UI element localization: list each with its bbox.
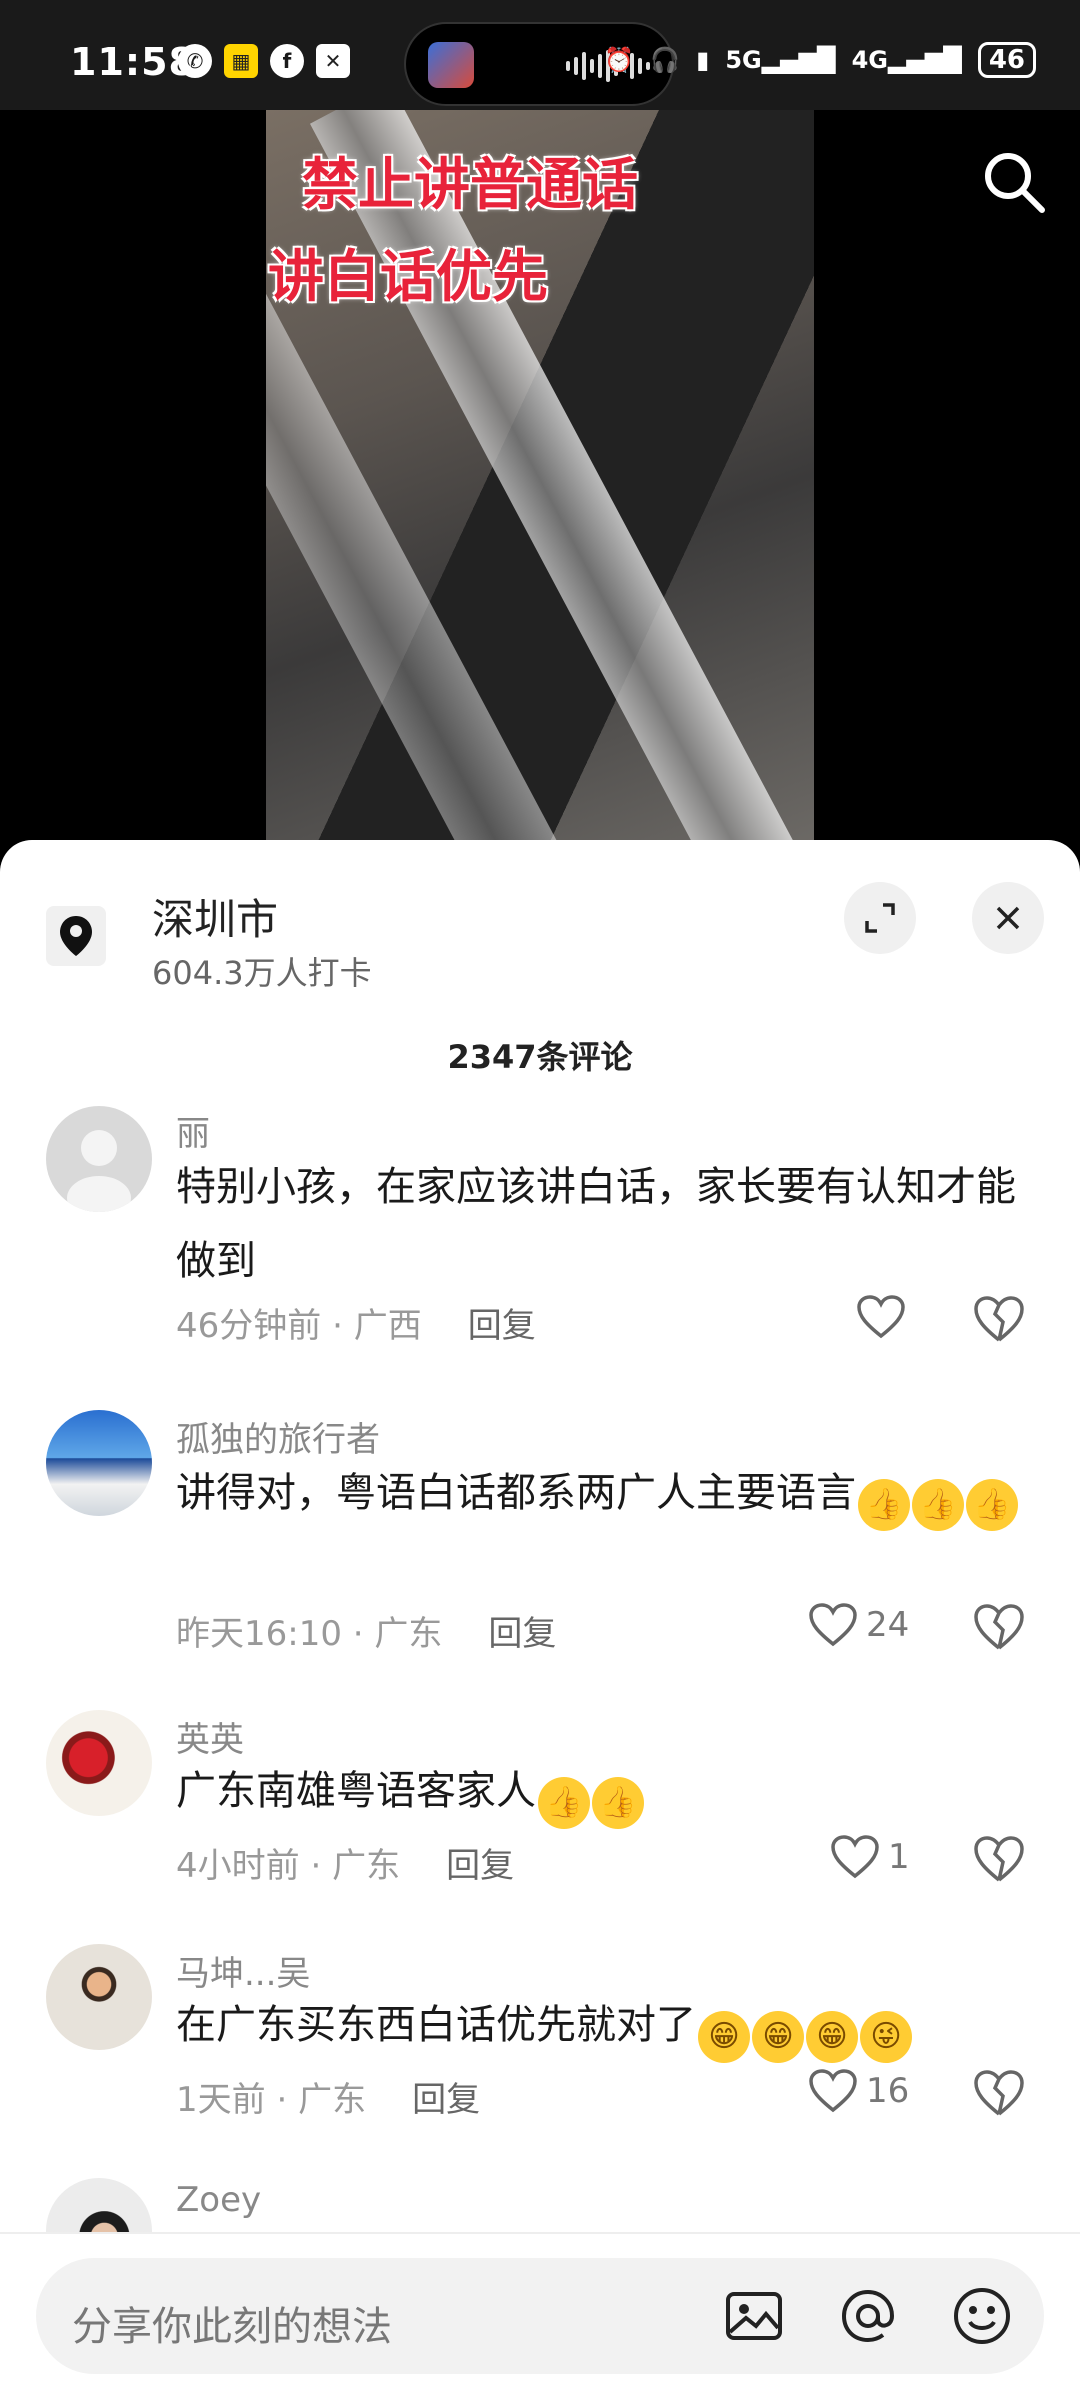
like-count: 16 [866, 2071, 910, 2111]
heart-icon [809, 1603, 857, 1647]
thumbs-up-icon: 👍 [966, 1479, 1018, 1531]
facebook-icon: f [270, 44, 304, 78]
like-button[interactable]: 1 [830, 1834, 910, 1880]
video-frame[interactable]: 禁止讲普通话 讲白话优先 [266, 110, 814, 850]
5g-signal-icon: 5G▂▄▆█ [725, 46, 836, 74]
comment-meta: 4小时前 · 广东 回复 [176, 1846, 515, 1886]
headphones-icon: 🎧 [650, 46, 681, 74]
x-icon: ✕ [316, 44, 350, 78]
thumbs-up-icon: 👍 [538, 1777, 590, 1829]
comment-text: 广东南雄粤语客家人 👍 👍 [176, 1754, 1036, 1829]
grin-icon: 😁 [698, 2011, 750, 2063]
avatar[interactable] [46, 1106, 152, 1212]
dislike-button[interactable] [972, 1834, 1026, 1884]
expand-icon [865, 903, 895, 933]
comment-text-content: 广东南雄粤语客家人 [176, 1768, 536, 1814]
avatar[interactable] [46, 1944, 152, 2050]
heart-icon [857, 1295, 905, 1339]
comment-region: 广东 [374, 1614, 443, 1654]
comment-text: 特别小孩，在家应该讲白话，家长要有认知才能做到 [176, 1164, 1016, 1284]
dislike-button[interactable] [972, 1294, 1026, 1344]
like-button[interactable]: 16 [808, 2068, 909, 2114]
comment-count: 2347条评论 [447, 1038, 633, 1076]
video-player[interactable]: 禁止讲普通话 讲白话优先 [0, 110, 1080, 850]
alarm-icon: ⏰ [604, 46, 635, 74]
location-checkins: 604.3万人打卡 [152, 954, 372, 992]
comment-meta: 1天前 · 广东 回复 [176, 2080, 481, 2120]
reply-button[interactable]: 回复 [412, 2080, 480, 2120]
avatar[interactable] [46, 1410, 152, 1516]
system-icons: ⏰ 🎧 ▮ 5G▂▄▆█ 4G▂▄▆█ 46 [604, 42, 1036, 78]
app-icon [428, 42, 474, 88]
location-name[interactable]: 深圳市 [152, 886, 278, 947]
news-app-icon: ▦ [224, 44, 258, 78]
video-overlay-text-2: 讲白话优先 [268, 245, 548, 310]
reply-button[interactable]: 回复 [468, 1306, 536, 1346]
comment-text-content: 在广东买东西白话优先就对了 [176, 2002, 696, 2048]
expand-button[interactable] [844, 882, 916, 954]
comment-input-bar: 分享你此刻的想法 [0, 2232, 1080, 2397]
comment-text: 在广东买东西白话优先就对了 😁 😁 😁 😜 [176, 1988, 1036, 2063]
reply-button[interactable]: 回复 [488, 1614, 556, 1654]
thumbs-up-icon: 👍 [592, 1777, 644, 1829]
location-pin-icon[interactable] [46, 906, 106, 966]
dislike-button[interactable] [972, 2068, 1026, 2118]
comment-meta: 46分钟前 · 广西 回复 [176, 1306, 536, 1346]
image-icon[interactable] [722, 2284, 786, 2348]
like-button[interactable]: 24 [808, 1602, 909, 1648]
comment-region: 广东 [332, 1846, 401, 1886]
comment-time: 46分钟前 [176, 1306, 322, 1346]
whatsapp-icon: ✆ [178, 44, 212, 78]
comments-sheet: 深圳市 604.3万人打卡 2347条评论 丽 特别小孩，在家应该讲白话，家长要… [0, 840, 1080, 2397]
like-button[interactable] [856, 1294, 914, 1340]
video-escalator-shape [310, 110, 812, 850]
battery-indicator: 46 [977, 42, 1036, 78]
comment-text-content: 讲得对，粤语白话都系两广人主要语言 [176, 1470, 856, 1516]
comment-username[interactable]: 孤独的旅行者 [176, 1412, 380, 1461]
close-button[interactable] [972, 882, 1044, 954]
notification-icons: ✆ ▦ f ✕ [178, 44, 350, 78]
signal1-label: 5G [725, 46, 762, 74]
thumbs-up-icon: 👍 [912, 1479, 964, 1531]
avatar[interactable] [46, 1710, 152, 1816]
thumbs-up-icon: 👍 [858, 1479, 910, 1531]
dislike-button[interactable] [972, 1602, 1026, 1652]
reply-button[interactable]: 回复 [446, 1846, 514, 1886]
comment-time: 昨天16:10 [176, 1614, 342, 1654]
grin-icon: 😁 [752, 2011, 804, 2063]
heart-icon [809, 2069, 857, 2113]
comment-text: 讲得对，粤语白话都系两广人主要语言 👍 👍 👍 [176, 1456, 1036, 1531]
comment-time: 1天前 [176, 2080, 266, 2120]
comment-username[interactable]: Zoey [176, 2180, 261, 2220]
like-count: 24 [866, 1605, 910, 1645]
comment-region: 广西 [353, 1306, 422, 1346]
wink-tongue-icon: 😜 [860, 2011, 912, 2063]
comment-meta: 昨天16:10 · 广东 回复 [176, 1614, 557, 1654]
close-icon [996, 906, 1020, 930]
signal2-label: 4G [851, 46, 888, 74]
like-count: 1 [888, 1837, 910, 1877]
comment-region: 广东 [298, 2080, 367, 2120]
comment-username[interactable]: 丽 [176, 1106, 210, 1155]
emoji-icon[interactable] [950, 2284, 1014, 2348]
comment-input[interactable]: 分享你此刻的想法 [36, 2258, 1044, 2374]
comment-input-placeholder: 分享你此刻的想法 [72, 2304, 392, 2350]
4g-signal-icon: 4G▂▄▆█ [851, 46, 962, 74]
search-icon[interactable] [978, 146, 1050, 218]
video-overlay-text-1: 禁止讲普通话 [302, 153, 638, 218]
grin-icon: 😁 [806, 2011, 858, 2063]
heart-icon [831, 1835, 879, 1879]
status-bar: 11:58 ✆ ▦ f ✕ ⏰ 🎧 ▮ 5G▂▄▆█ 4G▂▄▆█ 46 [0, 0, 1080, 110]
comment-time: 4小时前 [176, 1846, 300, 1886]
battery-saver-icon: ▮ [696, 46, 710, 74]
mention-icon[interactable] [836, 2284, 900, 2348]
